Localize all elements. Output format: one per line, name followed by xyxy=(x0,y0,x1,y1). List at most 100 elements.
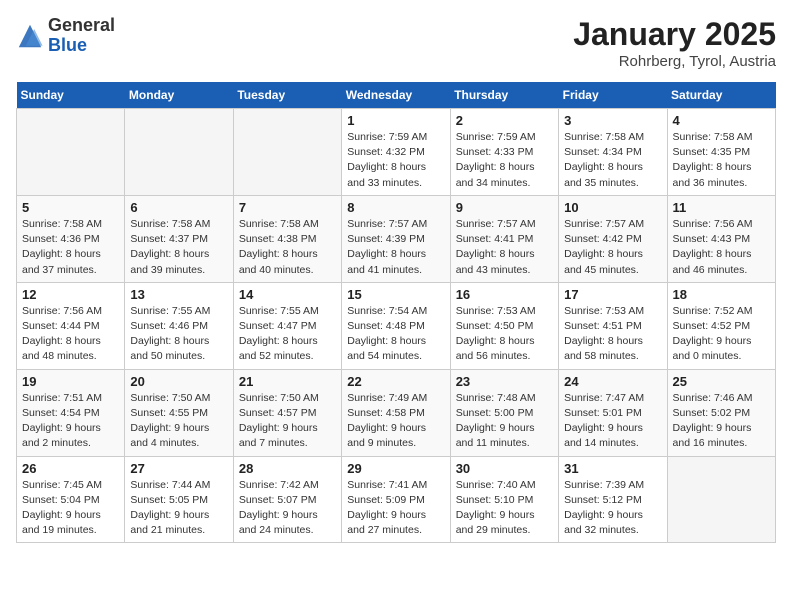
calendar-cell: 5 Sunrise: 7:58 AMSunset: 4:36 PMDaylight… xyxy=(17,195,125,282)
cell-info: Sunrise: 7:55 AMSunset: 4:46 PMDaylight:… xyxy=(130,304,227,365)
calendar-week-row: 12 Sunrise: 7:56 AMSunset: 4:44 PMDayligh… xyxy=(17,282,776,369)
calendar-table: SundayMondayTuesdayWednesdayThursdayFrid… xyxy=(16,82,776,543)
cell-info: Sunrise: 7:58 AMSunset: 4:35 PMDaylight:… xyxy=(673,130,770,191)
day-number: 5 xyxy=(22,200,119,215)
calendar-cell: 8Sunrise: 7:57 AMSunset: 4:39 PMDaylight… xyxy=(342,195,450,282)
day-number: 1 xyxy=(347,113,444,128)
cell-info: Sunrise: 7:45 AMSunset: 5:04 PMDaylight:… xyxy=(22,478,119,539)
calendar-cell: 20 Sunrise: 7:50 AMSunset: 4:55 PMDayligh… xyxy=(125,369,233,456)
column-header-sunday: Sunday xyxy=(17,82,125,109)
cell-info: Sunrise: 7:49 AMSunset: 4:58 PMDaylight:… xyxy=(347,391,444,452)
cell-info: Sunrise: 7:58 AMSunset: 4:34 PMDaylight:… xyxy=(564,130,661,191)
day-number: 19 xyxy=(22,374,119,389)
day-number: 7 xyxy=(239,200,336,215)
day-number: 8 xyxy=(347,200,444,215)
day-number: 22 xyxy=(347,374,444,389)
calendar-cell: 4 Sunrise: 7:58 AMSunset: 4:35 PMDaylight… xyxy=(667,109,775,196)
page-header: General Blue January 2025 Rohrberg, Tyro… xyxy=(16,16,776,70)
title-block: January 2025 Rohrberg, Tyrol, Austria xyxy=(573,16,776,70)
calendar-cell: 11Sunrise: 7:56 AMSunset: 4:43 PMDayligh… xyxy=(667,195,775,282)
calendar-header-row: SundayMondayTuesdayWednesdayThursdayFrid… xyxy=(17,82,776,109)
calendar-cell: 23 Sunrise: 7:48 AMSunset: 5:00 PMDayligh… xyxy=(450,369,558,456)
cell-info: Sunrise: 7:50 AMSunset: 4:55 PMDaylight:… xyxy=(130,391,227,452)
day-number: 12 xyxy=(22,287,119,302)
column-header-monday: Monday xyxy=(125,82,233,109)
calendar-cell: 26 Sunrise: 7:45 AMSunset: 5:04 PMDayligh… xyxy=(17,456,125,543)
calendar-cell: 6 Sunrise: 7:58 AMSunset: 4:37 PMDaylight… xyxy=(125,195,233,282)
calendar-cell: 28 Sunrise: 7:42 AMSunset: 5:07 PMDayligh… xyxy=(233,456,341,543)
cell-info: Sunrise: 7:51 AMSunset: 4:54 PMDaylight:… xyxy=(22,391,119,452)
day-number: 14 xyxy=(239,287,336,302)
calendar-cell: 13Sunrise: 7:55 AMSunset: 4:46 PMDayligh… xyxy=(125,282,233,369)
column-header-thursday: Thursday xyxy=(450,82,558,109)
calendar-week-row: 19 Sunrise: 7:51 AMSunset: 4:54 PMDayligh… xyxy=(17,369,776,456)
calendar-cell: 12 Sunrise: 7:56 AMSunset: 4:44 PMDayligh… xyxy=(17,282,125,369)
day-number: 28 xyxy=(239,461,336,476)
calendar-cell xyxy=(125,109,233,196)
logo-general-text: General xyxy=(48,15,115,35)
cell-info: Sunrise: 7:54 AMSunset: 4:48 PMDaylight:… xyxy=(347,304,444,365)
calendar-cell: 14 Sunrise: 7:55 AMSunset: 4:47 PMDayligh… xyxy=(233,282,341,369)
day-number: 24 xyxy=(564,374,661,389)
day-number: 30 xyxy=(456,461,553,476)
calendar-cell xyxy=(17,109,125,196)
calendar-week-row: 1 Sunrise: 7:59 AMSunset: 4:32 PMDaylight… xyxy=(17,109,776,196)
logo-blue-text: Blue xyxy=(48,35,87,55)
cell-info: Sunrise: 7:58 AMSunset: 4:36 PMDaylight:… xyxy=(22,217,119,278)
day-number: 4 xyxy=(673,113,770,128)
cell-info: Sunrise: 7:55 AMSunset: 4:47 PMDaylight:… xyxy=(239,304,336,365)
cell-info: Sunrise: 7:41 AMSunset: 5:09 PMDaylight:… xyxy=(347,478,444,539)
day-number: 31 xyxy=(564,461,661,476)
calendar-cell: 31Sunrise: 7:39 AMSunset: 5:12 PMDayligh… xyxy=(559,456,667,543)
day-number: 10 xyxy=(564,200,661,215)
cell-info: Sunrise: 7:53 AMSunset: 4:51 PMDaylight:… xyxy=(564,304,661,365)
cell-info: Sunrise: 7:58 AMSunset: 4:37 PMDaylight:… xyxy=(130,217,227,278)
cell-info: Sunrise: 7:59 AMSunset: 4:32 PMDaylight:… xyxy=(347,130,444,191)
cell-info: Sunrise: 7:50 AMSunset: 4:57 PMDaylight:… xyxy=(239,391,336,452)
column-header-wednesday: Wednesday xyxy=(342,82,450,109)
day-number: 20 xyxy=(130,374,227,389)
day-number: 27 xyxy=(130,461,227,476)
cell-info: Sunrise: 7:53 AMSunset: 4:50 PMDaylight:… xyxy=(456,304,553,365)
day-number: 23 xyxy=(456,374,553,389)
cell-info: Sunrise: 7:59 AMSunset: 4:33 PMDaylight:… xyxy=(456,130,553,191)
cell-info: Sunrise: 7:58 AMSunset: 4:38 PMDaylight:… xyxy=(239,217,336,278)
calendar-cell xyxy=(667,456,775,543)
cell-info: Sunrise: 7:40 AMSunset: 5:10 PMDaylight:… xyxy=(456,478,553,539)
calendar-cell xyxy=(233,109,341,196)
cell-info: Sunrise: 7:48 AMSunset: 5:00 PMDaylight:… xyxy=(456,391,553,452)
calendar-cell: 1 Sunrise: 7:59 AMSunset: 4:32 PMDaylight… xyxy=(342,109,450,196)
cell-info: Sunrise: 7:42 AMSunset: 5:07 PMDaylight:… xyxy=(239,478,336,539)
day-number: 9 xyxy=(456,200,553,215)
calendar-cell: 2 Sunrise: 7:59 AMSunset: 4:33 PMDaylight… xyxy=(450,109,558,196)
day-number: 18 xyxy=(673,287,770,302)
logo: General Blue xyxy=(16,16,115,56)
day-number: 2 xyxy=(456,113,553,128)
day-number: 21 xyxy=(239,374,336,389)
calendar-week-row: 26 Sunrise: 7:45 AMSunset: 5:04 PMDayligh… xyxy=(17,456,776,543)
day-number: 26 xyxy=(22,461,119,476)
calendar-week-row: 5 Sunrise: 7:58 AMSunset: 4:36 PMDaylight… xyxy=(17,195,776,282)
cell-info: Sunrise: 7:56 AMSunset: 4:44 PMDaylight:… xyxy=(22,304,119,365)
month-year-title: January 2025 xyxy=(573,16,776,53)
calendar-cell: 18 Sunrise: 7:52 AMSunset: 4:52 PMDayligh… xyxy=(667,282,775,369)
calendar-cell: 9 Sunrise: 7:57 AMSunset: 4:41 PMDaylight… xyxy=(450,195,558,282)
column-header-friday: Friday xyxy=(559,82,667,109)
day-number: 15 xyxy=(347,287,444,302)
cell-info: Sunrise: 7:47 AMSunset: 5:01 PMDaylight:… xyxy=(564,391,661,452)
calendar-cell: 7 Sunrise: 7:58 AMSunset: 4:38 PMDaylight… xyxy=(233,195,341,282)
cell-info: Sunrise: 7:52 AMSunset: 4:52 PMDaylight:… xyxy=(673,304,770,365)
day-number: 29 xyxy=(347,461,444,476)
day-number: 16 xyxy=(456,287,553,302)
cell-info: Sunrise: 7:57 AMSunset: 4:42 PMDaylight:… xyxy=(564,217,661,278)
calendar-cell: 10 Sunrise: 7:57 AMSunset: 4:42 PMDayligh… xyxy=(559,195,667,282)
day-number: 6 xyxy=(130,200,227,215)
calendar-cell: 3 Sunrise: 7:58 AMSunset: 4:34 PMDaylight… xyxy=(559,109,667,196)
day-number: 11 xyxy=(673,200,770,215)
calendar-cell: 21 Sunrise: 7:50 AMSunset: 4:57 PMDayligh… xyxy=(233,369,341,456)
calendar-cell: 17 Sunrise: 7:53 AMSunset: 4:51 PMDayligh… xyxy=(559,282,667,369)
calendar-cell: 22 Sunrise: 7:49 AMSunset: 4:58 PMDayligh… xyxy=(342,369,450,456)
day-number: 3 xyxy=(564,113,661,128)
day-number: 17 xyxy=(564,287,661,302)
cell-info: Sunrise: 7:57 AMSunset: 4:41 PMDaylight:… xyxy=(456,217,553,278)
